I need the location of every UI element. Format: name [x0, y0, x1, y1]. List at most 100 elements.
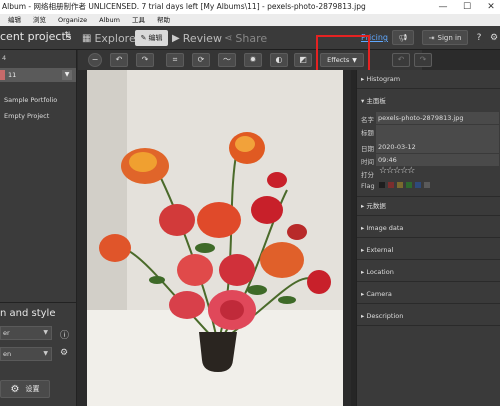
exposure-icon[interactable]: ◩: [294, 53, 312, 67]
tab-edit[interactable]: ✎ 编辑: [135, 30, 168, 46]
menu-help[interactable]: 帮助: [157, 14, 170, 26]
project-count: 4: [2, 54, 7, 62]
help-icon[interactable]: ?: [473, 30, 485, 45]
style-select-2[interactable]: en ▼: [0, 347, 52, 361]
minimize-button[interactable]: —: [438, 0, 448, 14]
date-label: 日期: [361, 145, 374, 153]
divider: [357, 281, 500, 282]
maximize-button[interactable]: ☐: [462, 0, 472, 14]
section-metadata[interactable]: ▸ 元数据: [357, 199, 500, 213]
menu-browse[interactable]: 浏览: [33, 14, 46, 26]
date-field[interactable]: 2020-03-12: [376, 141, 499, 153]
sign-in-label: Sign in: [437, 33, 462, 42]
chevron-down-icon: ▼: [43, 350, 48, 357]
section-histogram[interactable]: ▸ Histogram: [357, 72, 500, 86]
contrast-icon[interactable]: ◐: [270, 53, 288, 67]
pricing-link[interactable]: Pricing: [361, 33, 388, 42]
divider: [0, 302, 77, 303]
share-icon: ⋖: [224, 32, 233, 44]
straighten-icon[interactable]: ⟳: [192, 53, 210, 67]
adjust-gear-icon[interactable]: ✹: [244, 53, 262, 67]
gear-icon[interactable]: ⚙: [60, 348, 68, 358]
flag-swatch[interactable]: [379, 182, 385, 188]
chevron-down-icon: ▼: [352, 56, 357, 64]
tab-share[interactable]: ⋖ Share: [224, 30, 267, 46]
photo-canvas[interactable]: [78, 70, 356, 406]
close-button[interactable]: ✕: [486, 0, 496, 14]
section-histogram-label: Histogram: [366, 75, 401, 83]
tab-review-label: Review: [182, 31, 222, 45]
style-select-1-value: er: [3, 329, 10, 337]
settings-button[interactable]: ⚙ 设置: [0, 380, 50, 398]
main-toolbar: cent projects ⇅ ▦ Explore ✎ 编辑 ▶ Review …: [0, 26, 500, 50]
crop-icon[interactable]: ⌗: [166, 53, 184, 67]
rotate-left-icon[interactable]: ↶: [110, 53, 128, 67]
flag-swatch[interactable]: [406, 182, 412, 188]
announce-button[interactable]: 📢︎: [392, 30, 414, 45]
settings-gear-icon[interactable]: ⚙: [488, 30, 500, 45]
info-icon[interactable]: ⓘ: [60, 328, 69, 341]
divider: [357, 237, 500, 238]
section-external-label: External: [366, 246, 394, 254]
divider: [357, 215, 500, 216]
effects-button[interactable]: Effects ▼: [320, 53, 364, 67]
minus-icon[interactable]: −: [88, 53, 102, 67]
flower-bouquet-image: [87, 70, 343, 406]
megaphone-icon: 📢︎: [398, 33, 408, 42]
rotate-right-icon[interactable]: ↷: [136, 53, 154, 67]
album-row-selected[interactable]: 11 ▼: [0, 68, 76, 82]
grid-icon: ▦: [82, 32, 92, 44]
sort-icon[interactable]: ⇅: [64, 31, 72, 41]
effects-label: Effects: [327, 56, 350, 64]
section-external[interactable]: ▸ External: [357, 243, 500, 257]
settings-label: 设置: [25, 385, 40, 393]
chevron-down-icon[interactable]: ▼: [62, 70, 72, 80]
tab-explore-label: Explore: [94, 31, 136, 45]
sign-in-button[interactable]: ⇥ Sign in: [422, 30, 468, 45]
app-window: Album - 网络相册制作者 UNLICENSED. 7 trial days…: [0, 0, 500, 406]
menu-album[interactable]: Album: [99, 14, 120, 26]
left-panel: 4 11 ▼ Sample Portfolio Empty Project n …: [0, 50, 77, 406]
section-image-data[interactable]: ▸ Image data: [357, 221, 500, 235]
section-camera[interactable]: ▸ Camera: [357, 287, 500, 301]
rating-stars[interactable]: ☆☆☆☆☆: [379, 166, 415, 176]
section-description[interactable]: ▸ Description: [357, 309, 500, 323]
time-field[interactable]: 09:46: [376, 154, 499, 166]
name-label: 名字: [361, 116, 374, 124]
album-item-sample-portfolio[interactable]: Sample Portfolio: [4, 96, 57, 104]
section-image-data-label: Image data: [366, 224, 404, 232]
menu-bar: 编辑 浏览 Organize Album 工具 帮助: [0, 14, 500, 26]
flag-swatch[interactable]: [424, 182, 430, 188]
menu-edit[interactable]: 编辑: [8, 14, 21, 26]
play-icon: ▶: [172, 32, 180, 44]
curves-icon[interactable]: 〜: [218, 53, 236, 67]
sign-in-icon: ⇥: [428, 33, 435, 42]
redo-icon[interactable]: ↷: [414, 53, 432, 67]
chevron-down-icon: ▼: [43, 329, 48, 336]
pencil-icon: ✎: [140, 34, 147, 42]
menu-organize[interactable]: Organize: [58, 14, 87, 26]
menu-tools[interactable]: 工具: [132, 14, 145, 26]
flag-label: Flag: [361, 182, 375, 190]
divider: [357, 325, 500, 326]
album-item-empty-project[interactable]: Empty Project: [4, 112, 49, 120]
album-thumbnail: [0, 70, 5, 80]
flag-swatch[interactable]: [415, 182, 421, 188]
section-location[interactable]: ▸ Location: [357, 265, 500, 279]
tab-review[interactable]: ▶ Review: [172, 30, 222, 46]
right-panel: ▸ Histogram ▾ 主面板 名字 pexels-photo-287981…: [356, 70, 500, 406]
undo-icon[interactable]: ↶: [392, 53, 410, 67]
edit-toolbar: − ↶ ↷ ⌗ ⟳ 〜 ✹ ◐ ◩ Effects ▼ ↶ ↷: [78, 50, 432, 70]
flower-photo: [87, 70, 343, 406]
section-main-label: 主面板: [366, 97, 386, 105]
tab-edit-label: 编辑: [148, 34, 163, 42]
flag-swatch[interactable]: [397, 182, 403, 188]
style-section-title: n and style: [0, 308, 56, 319]
divider: [357, 259, 500, 260]
window-title: Album - 网络相册制作者 UNLICENSED. 7 trial days…: [2, 2, 366, 11]
section-main[interactable]: ▾ 主面板: [357, 94, 500, 108]
name-field[interactable]: pexels-photo-2879813.jpg: [376, 112, 499, 124]
flag-swatch[interactable]: [388, 182, 394, 188]
style-select-1[interactable]: er ▼: [0, 326, 52, 340]
tab-explore[interactable]: ▦ Explore: [82, 30, 136, 46]
